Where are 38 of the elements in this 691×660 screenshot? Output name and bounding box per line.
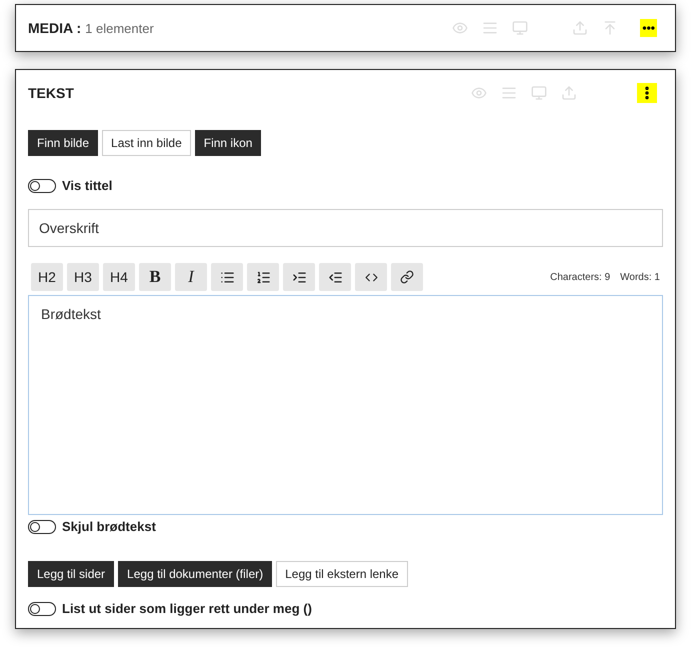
numbered-list-button[interactable]	[247, 263, 279, 291]
outdent-icon	[328, 270, 342, 284]
panel-title: MEDIA :	[28, 20, 82, 36]
link-icon	[400, 270, 414, 284]
toggle-label: List ut sider som ligger rett under meg ()	[62, 601, 312, 616]
italic-button[interactable]: I	[175, 263, 207, 291]
menu-button[interactable]: •••	[640, 19, 657, 37]
bold-button[interactable]: B	[139, 263, 171, 291]
numbered-list-icon	[256, 270, 270, 284]
code-icon	[364, 270, 378, 284]
toggle-switch[interactable]	[28, 178, 56, 192]
panel-title: TEKST	[28, 85, 74, 101]
item-count: 1 elementer	[85, 20, 154, 36]
indent-button[interactable]	[283, 263, 315, 291]
word-count: Words: 1	[620, 272, 660, 282]
heading-button[interactable]: H3	[67, 263, 99, 291]
action-button[interactable]: Legg til dokumenter (filer)	[118, 561, 272, 587]
toggle-switch[interactable]	[28, 602, 56, 616]
action-button[interactable]: Finn bilde	[28, 130, 98, 156]
link-button[interactable]	[391, 263, 423, 291]
character-count: Characters: 9	[550, 272, 610, 282]
action-button[interactable]: Finn ikon	[194, 130, 262, 156]
outdent-button[interactable]	[319, 263, 351, 291]
toggle-switch[interactable]	[28, 520, 56, 534]
code-button[interactable]	[355, 263, 387, 291]
heading-button[interactable]: H4	[103, 263, 135, 291]
toggle-label: Vis tittel	[62, 178, 112, 193]
heading-button[interactable]: H2	[31, 263, 63, 291]
bullet-list-button[interactable]	[211, 263, 243, 291]
action-button[interactable]: Legg til sider	[28, 561, 114, 587]
indent-icon	[292, 270, 306, 284]
bullet-list-icon	[220, 270, 234, 284]
heading-field[interactable]: Overskrift	[28, 209, 663, 247]
toggle-label: Skjul brødtekst	[62, 519, 156, 534]
action-button[interactable]: Legg til ekstern lenke	[276, 561, 408, 587]
body-text-editor[interactable]: Brødtekst	[28, 295, 663, 515]
action-button[interactable]: Last inn bilde	[102, 130, 191, 156]
menu-button[interactable]	[637, 83, 657, 103]
